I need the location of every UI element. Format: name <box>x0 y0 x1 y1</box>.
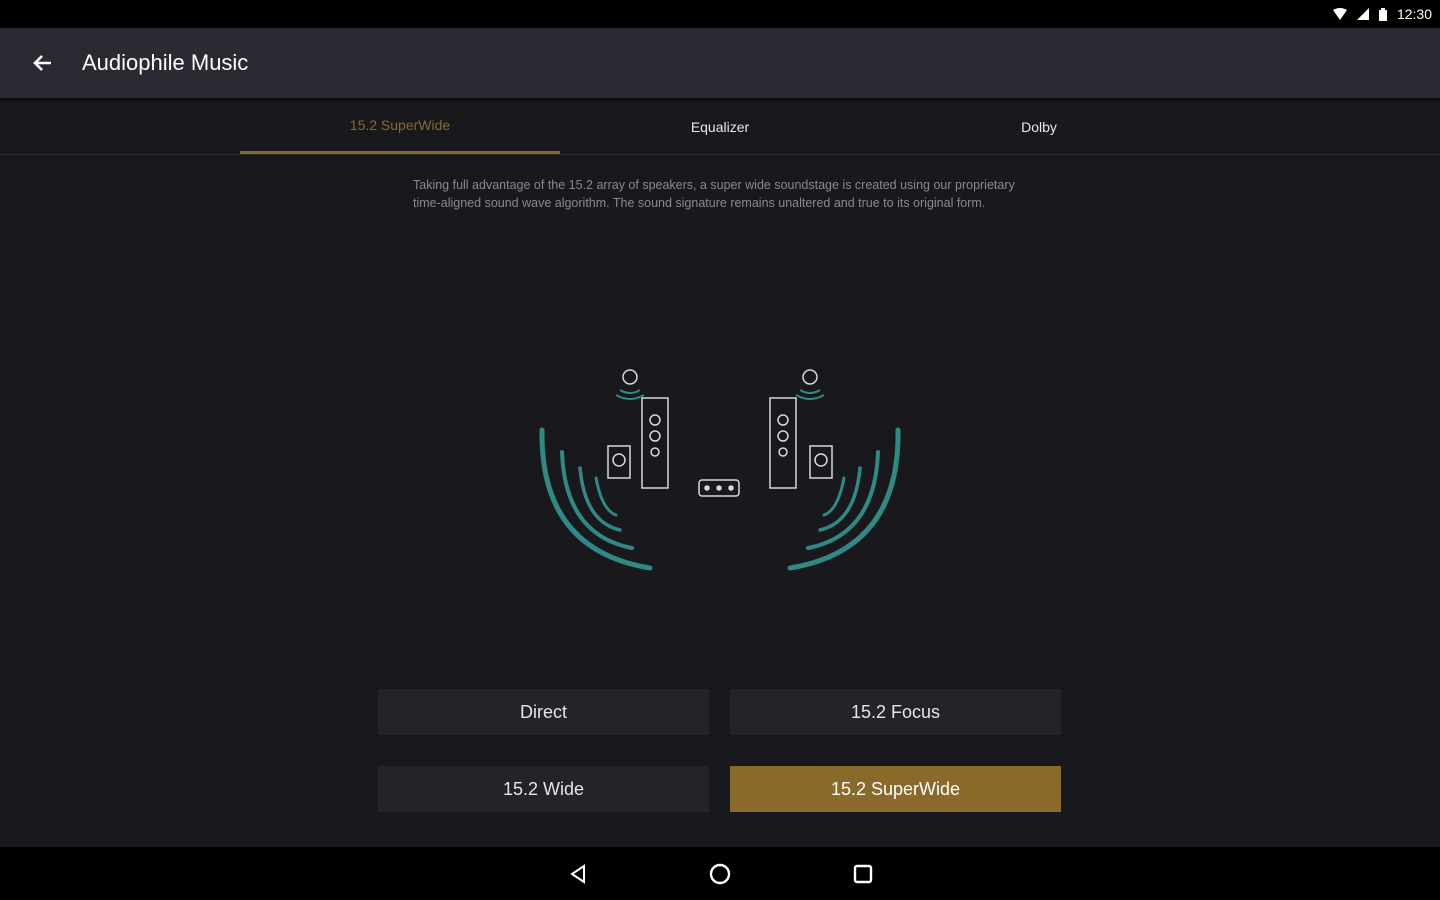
wifi-icon <box>1332 8 1347 20</box>
app-bar: Audiophile Music <box>0 28 1440 98</box>
back-button[interactable] <box>24 45 60 81</box>
triangle-back-icon <box>570 864 585 884</box>
status-time: 12:30 <box>1396 6 1432 22</box>
right-sound-waves <box>787 427 901 571</box>
tab-dolby[interactable]: Dolby <box>879 99 1199 154</box>
square-recents-icon <box>853 864 873 884</box>
soundstage-illustration <box>539 369 901 571</box>
status-bar: 12:30 <box>0 0 1440 28</box>
mode-button-focus[interactable]: 15.2 Focus <box>730 689 1061 735</box>
tab-bar: 15.2 SuperWide Equalizer Dolby <box>0 99 1440 155</box>
arrow-back-icon <box>33 55 51 71</box>
mode-description: Taking full advantage of the 15.2 array … <box>413 178 1015 210</box>
status-icons: 12:30 <box>1332 4 1432 24</box>
mode-button-wide[interactable]: 15.2 Wide <box>378 766 709 812</box>
tab-superwide[interactable]: 15.2 SuperWide <box>240 99 560 154</box>
left-sound-waves <box>539 427 653 571</box>
system-nav-bar <box>0 847 1440 900</box>
mode-button-superwide[interactable]: 15.2 SuperWide <box>730 766 1061 812</box>
battery-icon <box>1378 7 1387 21</box>
tab-equalizer[interactable]: Equalizer <box>560 99 880 154</box>
nav-back-button[interactable] <box>562 858 594 890</box>
mode-button-direct[interactable]: Direct <box>378 689 709 735</box>
circle-home-icon <box>709 863 731 885</box>
app-title: Audiophile Music <box>82 50 249 75</box>
nav-recents-button[interactable] <box>847 858 879 890</box>
signal-icon <box>1356 8 1369 20</box>
nav-home-button[interactable] <box>704 858 736 890</box>
speaker-set <box>607 369 833 497</box>
